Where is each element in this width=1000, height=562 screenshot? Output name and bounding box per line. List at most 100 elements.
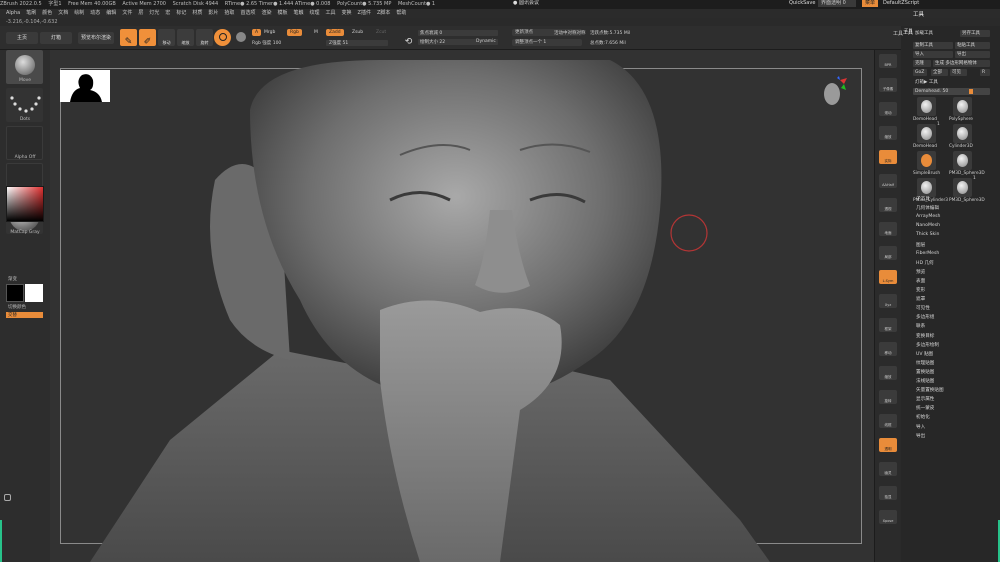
lightbox-tools-link[interactable]: 灯箱▶ 工具 bbox=[913, 79, 990, 86]
tool-section-header[interactable]: 几何体编辑 bbox=[916, 205, 939, 211]
all-button[interactable]: 全部 bbox=[931, 69, 948, 76]
tool-section-header[interactable]: Thick Skin bbox=[916, 232, 939, 237]
gradient-toggle[interactable]: 渐变 bbox=[0, 276, 50, 282]
dock-button[interactable]: 旋转 bbox=[879, 390, 897, 404]
visible-button[interactable]: 可见 bbox=[950, 69, 967, 76]
dock-button[interactable]: BPR bbox=[879, 54, 897, 68]
tool-thumbnail[interactable] bbox=[917, 124, 936, 143]
menu-item[interactable]: 工具 bbox=[326, 10, 336, 16]
move-button[interactable]: 移动 bbox=[158, 29, 175, 46]
live-boolean-button[interactable]: 预览布尔渲染 bbox=[78, 32, 114, 44]
brush-sphere-icon[interactable] bbox=[232, 29, 249, 46]
tool-section-header[interactable]: 统一蒙皮 bbox=[916, 405, 934, 411]
menu-item[interactable]: 宏 bbox=[165, 10, 170, 16]
zsub-toggle[interactable]: Zsub bbox=[352, 30, 363, 35]
tool-section-header[interactable]: 置换贴图 bbox=[916, 369, 934, 375]
menu-item[interactable]: 首选项 bbox=[240, 10, 255, 16]
menu-item[interactable]: Z插件 bbox=[358, 10, 371, 16]
rotate-button[interactable]: 旋转 bbox=[196, 29, 213, 46]
load-tool-button[interactable]: 加载工具 bbox=[913, 30, 957, 37]
tool-thumbnail[interactable] bbox=[953, 97, 972, 116]
quicksave-button[interactable]: QuickSave bbox=[786, 0, 818, 7]
dock-button[interactable]: 线框 bbox=[879, 414, 897, 428]
scale-button[interactable]: 缩放 bbox=[177, 29, 194, 46]
lightbox-button[interactable]: 灯箱 bbox=[40, 32, 72, 44]
tool-section-header[interactable]: 显示属性 bbox=[916, 396, 934, 402]
rgb-toggle[interactable]: Rgb bbox=[287, 29, 302, 36]
menus-toggle[interactable]: 菜单 bbox=[862, 0, 879, 7]
menu-item[interactable]: Z脚本 bbox=[377, 10, 390, 16]
zcut-toggle[interactable]: Zcut bbox=[376, 30, 386, 35]
r-button[interactable]: R bbox=[980, 69, 990, 76]
import-button[interactable]: 导入 bbox=[913, 51, 953, 58]
menu-item[interactable]: 动态 bbox=[90, 10, 100, 16]
a-toggle[interactable]: A bbox=[252, 29, 262, 36]
draw-button[interactable]: ✐ bbox=[139, 29, 156, 47]
dock-button[interactable]: 缩放 bbox=[879, 366, 897, 380]
tool-section-header[interactable]: 联系 bbox=[916, 323, 925, 329]
tool-thumbnail[interactable] bbox=[953, 151, 972, 170]
current-tool-slider[interactable]: Demohead. 50 bbox=[913, 88, 990, 95]
silhouette-thumbnail[interactable] bbox=[60, 70, 110, 102]
sphere-material-button[interactable] bbox=[214, 29, 231, 46]
dock-button[interactable]: 局部 bbox=[879, 246, 897, 260]
dock-button[interactable]: 滚动 bbox=[879, 102, 897, 116]
tool-section-header[interactable]: 纹理贴图 bbox=[916, 360, 934, 366]
tool-section-header[interactable]: 多边形绘制 bbox=[916, 342, 939, 348]
dock-button[interactable]: 子像素 bbox=[879, 78, 897, 92]
tool-section-header[interactable]: HD 几何 bbox=[916, 260, 934, 266]
dock-button[interactable]: Xyz bbox=[879, 294, 897, 308]
main-color-swatch[interactable] bbox=[6, 284, 24, 302]
menu-item[interactable]: 层 bbox=[138, 10, 143, 16]
tool-section-header[interactable]: 可见性 bbox=[916, 305, 930, 311]
switch-color-button[interactable]: 切换颜色 bbox=[0, 304, 50, 310]
export-button[interactable]: 导出 bbox=[955, 51, 990, 58]
menu-item[interactable]: 帮助 bbox=[396, 10, 406, 16]
dock-button[interactable]: 实际 bbox=[879, 150, 897, 164]
dock-button[interactable]: Xpose bbox=[879, 510, 897, 524]
m-toggle[interactable]: M bbox=[314, 30, 318, 35]
menu-item[interactable]: 颜色 bbox=[42, 10, 52, 16]
navigation-head-gizmo[interactable] bbox=[820, 76, 848, 116]
dock-button[interactable]: 独显 bbox=[879, 486, 897, 500]
dock-button[interactable]: AAHalf bbox=[879, 174, 897, 188]
tool-thumbnail[interactable] bbox=[917, 178, 936, 197]
scroll-handle[interactable] bbox=[4, 494, 11, 501]
sym-adjust-slider[interactable]: 调整顶点一个 1 bbox=[512, 39, 582, 46]
menu-item[interactable]: 影片 bbox=[208, 10, 218, 16]
tool-section-header[interactable]: NanoMesh bbox=[916, 223, 940, 228]
tool-section-header[interactable]: 多边形组 bbox=[916, 314, 934, 320]
mrgb-toggle[interactable]: Mrgb bbox=[264, 30, 275, 35]
menu-item[interactable]: 笔触 bbox=[293, 10, 303, 16]
menu-item[interactable]: 拾取 bbox=[224, 10, 234, 16]
goz-button[interactable]: GoZ bbox=[913, 69, 927, 76]
menu-item[interactable]: 材质 bbox=[192, 10, 202, 16]
tool-section-header[interactable]: 遮罩 bbox=[916, 296, 925, 302]
tool-section-header[interactable]: 矢量置换贴图 bbox=[916, 387, 944, 393]
tool-section-header[interactable]: 图层 bbox=[916, 242, 925, 248]
tool-section-header[interactable]: 子工具 bbox=[916, 196, 930, 202]
home-button[interactable]: 主页 bbox=[6, 32, 38, 44]
copy-tool-button[interactable]: 复制工具 bbox=[913, 42, 953, 49]
menu-item[interactable]: 模板 bbox=[277, 10, 287, 16]
menu-item[interactable]: 标记 bbox=[176, 10, 186, 16]
tool-section-header[interactable]: 变形 bbox=[916, 287, 925, 293]
zadd-toggle[interactable]: Zadd bbox=[326, 29, 344, 36]
make-polymesh-button[interactable]: 生成 多边形网格物体 bbox=[933, 60, 990, 67]
dynamic-toggle[interactable]: Dynamic bbox=[476, 39, 496, 44]
save-tool-button[interactable]: 另存工具 bbox=[960, 30, 990, 37]
tool-section-header[interactable]: UV 贴图 bbox=[916, 351, 933, 357]
document-canvas[interactable] bbox=[50, 50, 874, 562]
draw-size-slider[interactable]: 绘制大小 22 Dynamic bbox=[418, 39, 498, 45]
tool-section-header[interactable]: 表面 bbox=[916, 278, 925, 284]
menu-item[interactable]: 笔刷 bbox=[26, 10, 36, 16]
tool-section-header[interactable]: 导出 bbox=[916, 433, 925, 439]
menu-item[interactable]: 纹理 bbox=[310, 10, 320, 16]
dock-button[interactable]: 透视 bbox=[879, 198, 897, 212]
secondary-color-swatch[interactable] bbox=[25, 284, 43, 302]
tool-thumbnail[interactable] bbox=[917, 97, 936, 116]
menu-item[interactable]: 绘制 bbox=[74, 10, 84, 16]
tool-section-header[interactable]: 预览 bbox=[916, 269, 925, 275]
dock-button[interactable]: 框架 bbox=[879, 318, 897, 332]
color-picker[interactable] bbox=[6, 186, 44, 222]
